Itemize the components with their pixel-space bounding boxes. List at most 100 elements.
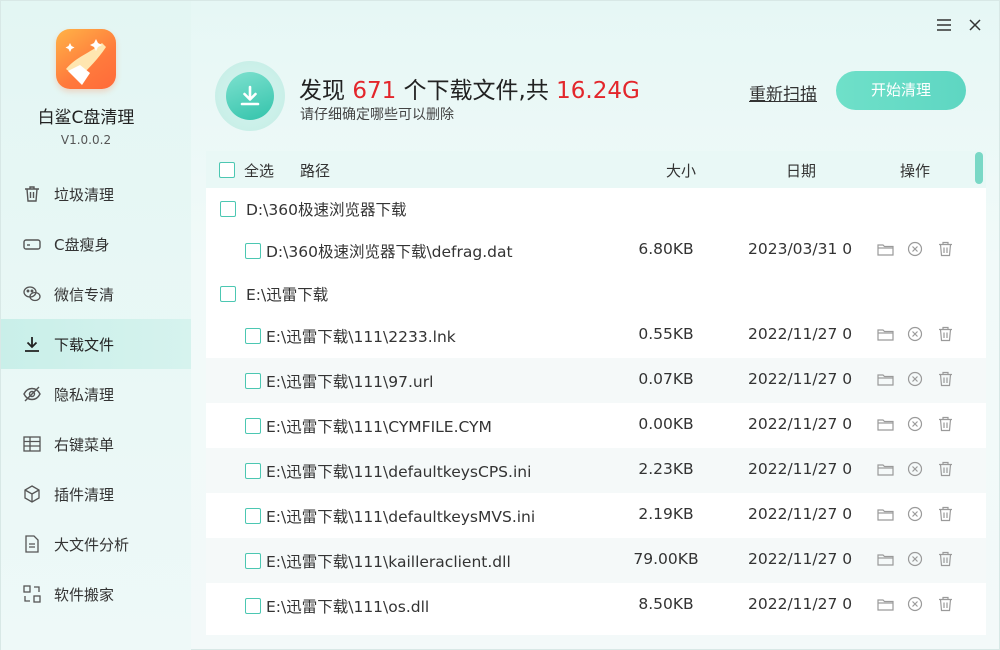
sidebar-item-plugin-clean[interactable]: 插件清理 <box>1 469 191 519</box>
file-path: D:\360极速浏览器下载\defrag.dat <box>266 243 513 261</box>
close-icon[interactable] <box>965 15 985 35</box>
open-folder-icon[interactable] <box>876 595 894 613</box>
row-checkbox[interactable] <box>245 508 261 524</box>
trash-icon <box>21 183 43 205</box>
ignore-icon[interactable] <box>906 240 924 258</box>
table-row[interactable]: D:\360极速浏览器下载\defrag.dat 6.80KB 2023/03/31… <box>206 228 986 273</box>
download-hero-icon <box>215 61 285 131</box>
delete-icon[interactable] <box>936 415 954 433</box>
file-date: 2022/11/27 0 <box>748 505 853 523</box>
file-path: D:\360极速浏览器下载 <box>246 201 407 219</box>
file-path: E:\迅雷下载\111\kailleraclient.dll <box>266 553 511 571</box>
table-row[interactable]: E:\迅雷下载\111\defaultkeysMVS.ini 2.19KB 2022… <box>206 493 986 538</box>
ignore-icon[interactable] <box>906 460 924 478</box>
row-actions <box>876 415 954 433</box>
row-checkbox[interactable] <box>245 328 261 344</box>
row-actions <box>876 595 954 613</box>
sidebar-item-privacy-clean[interactable]: 隐私清理 <box>1 369 191 419</box>
sidebar-item-context-menu[interactable]: 右键菜单 <box>1 419 191 469</box>
file-size: 0.07KB <box>638 370 694 388</box>
delete-icon[interactable] <box>936 370 954 388</box>
open-folder-icon[interactable] <box>876 460 894 478</box>
sidebar-item-wechat-clean[interactable]: 微信专清 <box>1 269 191 319</box>
delete-icon[interactable] <box>936 505 954 523</box>
document-icon <box>21 533 43 555</box>
file-path: E:\迅雷下载\111\defaultkeysCPS.ini <box>266 463 532 481</box>
file-date: 2022/11/27 0 <box>748 550 853 568</box>
table-row[interactable]: E:\迅雷下载\111\2233.lnk 0.55KB 2022/11/27 0 <box>206 313 986 358</box>
row-checkbox[interactable] <box>245 418 261 434</box>
open-folder-icon[interactable] <box>876 550 894 568</box>
ignore-icon[interactable] <box>906 595 924 613</box>
open-folder-icon[interactable] <box>876 240 894 258</box>
table-row[interactable]: E:\迅雷下载\111\kailleraclient.dll 79.00KB 202… <box>206 538 986 583</box>
file-path: E:\迅雷下载\111\97.url <box>266 373 434 391</box>
row-checkbox[interactable] <box>220 286 236 302</box>
wechat-icon <box>21 283 43 305</box>
file-date: 2022/11/27 0 <box>748 415 853 433</box>
app-window: 白鲨C盘清理 V1.0.0.2 垃圾清理 C盘瘦身 微信专清 下载文件 隐私清理… <box>0 0 1000 650</box>
sidebar-item-c-drive-slim[interactable]: C盘瘦身 <box>1 219 191 269</box>
menu-icon[interactable] <box>934 15 954 35</box>
folder-group-row[interactable]: E:\迅雷下载 <box>206 273 986 313</box>
row-checkbox[interactable] <box>245 463 261 479</box>
row-actions <box>876 460 954 478</box>
table-row[interactable]: E:\迅雷下载\111\os.dll 8.50KB 2022/11/27 0 <box>206 583 986 628</box>
file-date: 2023/03/31 0 <box>748 240 853 258</box>
summary-prefix: 发现 <box>299 78 345 104</box>
total-size: 16.24G <box>556 78 640 104</box>
ignore-icon[interactable] <box>906 505 924 523</box>
row-checkbox[interactable] <box>245 373 261 389</box>
grid-icon <box>21 433 43 455</box>
ignore-icon[interactable] <box>906 550 924 568</box>
delete-icon[interactable] <box>936 550 954 568</box>
file-date: 2022/11/27 0 <box>748 370 853 388</box>
drive-icon <box>21 233 43 255</box>
open-folder-icon[interactable] <box>876 415 894 433</box>
summary-mid: 个下载文件,共 <box>403 78 549 104</box>
sidebar-item-label: 微信专清 <box>54 285 115 304</box>
delete-icon[interactable] <box>936 595 954 613</box>
delete-icon[interactable] <box>936 460 954 478</box>
delete-icon[interactable] <box>936 240 954 258</box>
open-folder-icon[interactable] <box>876 325 894 343</box>
file-size: 0.55KB <box>638 325 694 343</box>
row-checkbox[interactable] <box>245 243 261 259</box>
ignore-icon[interactable] <box>906 325 924 343</box>
table-row[interactable]: E:\迅雷下载\111\defaultkeysCPS.ini 2.23KB 2022… <box>206 448 986 493</box>
row-checkbox[interactable] <box>220 201 236 217</box>
rescan-link[interactable]: 重新扫描 <box>749 80 817 105</box>
sidebar-item-large-file-analysis[interactable]: 大文件分析 <box>1 519 191 569</box>
table-row[interactable]: E:\迅雷下载\111\97.url 0.07KB 2022/11/27 0 <box>206 358 986 403</box>
folder-group-row[interactable]: D:\360极速浏览器下载 <box>206 188 986 228</box>
delete-icon[interactable] <box>936 325 954 343</box>
row-checkbox[interactable] <box>245 553 261 569</box>
file-path: E:\迅雷下载\111\CYMFILE.CYM <box>266 418 492 436</box>
sidebar-item-software-move[interactable]: 软件搬家 <box>1 569 191 619</box>
row-actions <box>876 240 954 258</box>
open-folder-icon[interactable] <box>876 370 894 388</box>
select-all-checkbox[interactable] <box>219 162 235 178</box>
column-date: 日期 <box>786 162 817 180</box>
column-path: 路径 <box>300 162 331 180</box>
table-row[interactable]: E:\迅雷下载\111\CYMFILE.CYM 0.00KB 2022/11/27 … <box>206 403 986 448</box>
ignore-icon[interactable] <box>906 415 924 433</box>
row-checkbox[interactable] <box>245 598 261 614</box>
scan-summary: 发现 671 个下载文件,共 16.24G <box>299 71 640 105</box>
file-path: E:\迅雷下载\111\2233.lnk <box>266 328 456 346</box>
sidebar-item-label: 插件清理 <box>54 485 115 504</box>
start-clean-button[interactable]: 开始清理 <box>836 71 966 110</box>
sidebar: 白鲨C盘清理 V1.0.0.2 垃圾清理 C盘瘦身 微信专清 下载文件 隐私清理… <box>1 1 191 650</box>
sidebar-item-label: 软件搬家 <box>54 585 115 604</box>
sidebar-item-downloads[interactable]: 下载文件 <box>1 319 191 369</box>
row-actions <box>876 325 954 343</box>
sidebar-nav: 垃圾清理 C盘瘦身 微信专清 下载文件 隐私清理 右键菜单 插件清理 大文件分析… <box>1 169 191 619</box>
open-folder-icon[interactable] <box>876 505 894 523</box>
ignore-icon[interactable] <box>906 370 924 388</box>
file-size: 2.23KB <box>638 460 694 478</box>
sidebar-item-junk-clean[interactable]: 垃圾清理 <box>1 169 191 219</box>
scrollbar-thumb[interactable] <box>975 152 983 184</box>
table-header: 全选 路径 大小 日期 操作 <box>206 151 986 188</box>
app-name: 白鲨C盘清理 <box>37 108 135 128</box>
column-select-all[interactable]: 全选 <box>244 160 274 181</box>
